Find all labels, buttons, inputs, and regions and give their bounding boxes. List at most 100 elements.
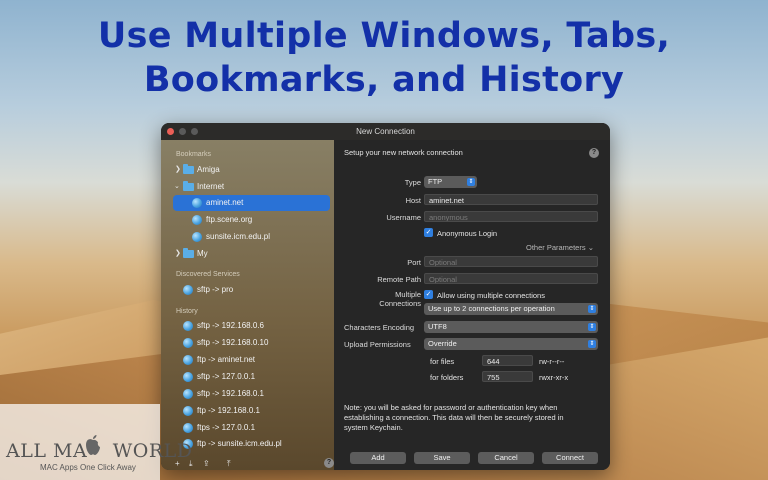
cancel-button[interactable]: Cancel [478,452,534,464]
other-parameters-toggle[interactable]: Other Parameters ⌄ [526,243,594,252]
select-arrows-icon: ⇕ [588,323,596,331]
note-line: system Keychain. [344,423,403,432]
sidebar-item-internet[interactable]: ⌄ Internet [161,179,334,195]
remote-path-field[interactable]: Optional [424,273,598,284]
import-icon[interactable]: ⤒ [227,459,231,469]
close-window-button[interactable] [167,128,174,135]
history-item[interactable]: ftp -> 192.168.0.1 [161,403,334,419]
window-title: New Connection [356,127,415,136]
server-globe-icon [183,321,193,331]
server-globe-icon [183,338,193,348]
other-parameters-label: Other Parameters [526,243,586,252]
sidebar-help-icon[interactable]: ? [324,458,334,468]
zoom-window-button[interactable] [191,128,198,135]
history-item[interactable]: sftp -> 192.168.0.10 [161,335,334,351]
chevron-right-icon[interactable]: ❯ [175,246,181,262]
type-select-value: FTP [428,177,443,186]
host-label: Host [405,196,421,205]
type-select[interactable]: FTP ⇕ [424,176,477,188]
new-connection-window: New Connection Bookmarks ❯ Amiga ⌄ Inter… [161,123,610,470]
history-item-label: ftp -> aminet.net [197,355,256,364]
history-item[interactable]: sftp -> 192.168.0.1 [161,386,334,402]
sidebar-item-ftp-scene[interactable]: ftp.scene.org [161,212,334,228]
select-arrows-icon: ⇕ [588,340,596,348]
username-label: Username [386,213,421,222]
promo-headline: Use Multiple Windows, Tabs, Bookmarks, a… [0,14,768,102]
history-header: History [176,308,198,315]
server-globe-icon [183,372,193,382]
sidebar-item-discovered[interactable]: sftp -> pro [161,282,334,298]
multiple-label-line-1: Multiple [395,290,421,299]
history-item-label: sftp -> 127.0.0.1 [197,372,256,381]
sidebar-item-label: sftp -> pro [197,285,234,294]
sidebar-item-label: Internet [197,182,225,191]
sidebar-item-aminet[interactable]: aminet.net [173,195,330,211]
folder-icon [183,181,194,191]
folder-icon [183,164,194,174]
port-field[interactable]: Optional [424,256,598,267]
folders-permission-field[interactable]: 755 [482,371,533,382]
history-item[interactable]: ftp -> aminet.net [161,352,334,368]
history-item[interactable]: sftp -> 127.0.0.1 [161,369,334,385]
server-globe-icon [183,285,193,295]
add-button[interactable]: Add [350,452,406,464]
chevron-right-icon[interactable]: ❯ [175,162,181,178]
multiple-connections-checkbox-label: Allow using multiple connections [437,291,545,300]
history-item[interactable]: sftp -> 192.168.0.6 [161,318,334,334]
minimize-window-button[interactable] [179,128,186,135]
remote-path-label: Remote Path [377,275,421,284]
note-line: establishing a connection. This data wil… [344,413,564,422]
anonymous-login-checkbox[interactable]: ✓ [424,228,433,237]
multiple-connections-select[interactable]: Use up to 2 connections per operation ⇕ [424,303,598,315]
connect-button[interactable]: Connect [542,452,598,464]
files-label: for files [430,357,455,366]
headline-line-1: Use Multiple Windows, Tabs, [97,16,671,56]
save-button[interactable]: Save [414,452,470,464]
select-arrows-icon: ⇕ [467,178,475,186]
server-globe-icon [183,406,193,416]
multiple-connections-select-value: Use up to 2 connections per operation [428,304,555,313]
type-label: Type [404,178,421,187]
server-globe-icon [192,215,202,225]
host-field[interactable]: aminet.net [424,194,598,205]
files-permission-field[interactable]: 644 [482,355,533,366]
help-icon[interactable]: ? [589,148,599,158]
server-globe-icon [192,232,202,242]
note-line: Note: you will be asked for password or … [344,403,558,412]
form-heading: Setup your new network connection [344,148,463,157]
encoding-select[interactable]: UTF8 ⇕ [424,321,598,333]
watermark-title-left: ALL MA [6,440,88,462]
upload-permissions-select[interactable]: Override ⇕ [424,338,598,350]
watermark-subtitle: MAC Apps One Click Away [40,463,136,472]
history-item-label: sftp -> 192.168.0.6 [197,321,264,330]
window-titlebar: New Connection [161,123,610,140]
sidebar-item-my[interactable]: ❯ My [161,246,334,262]
select-arrows-icon: ⇕ [588,305,596,313]
history-item-label: ftp -> 192.168.0.1 [197,406,260,415]
chevron-down-icon[interactable]: ⌄ [174,179,180,195]
sidebar-item-sunsite[interactable]: sunsite.icm.edu.pl [161,229,334,245]
watermark-title-right: WORLD [106,440,193,462]
multiple-label-line-2: Connections [379,299,421,308]
connection-form: Setup your new network connection ? Type… [334,140,610,470]
headline-line-2: Bookmarks, and History [143,60,625,100]
server-globe-icon [183,389,193,399]
anonymous-login-label: Anonymous Login [437,229,498,238]
share-icon[interactable]: ⇪ [203,459,210,468]
apple-logo-icon [86,435,100,455]
keychain-note: Note: you will be asked for password or … [344,403,564,433]
discovered-services-header: Discovered Services [176,271,240,278]
history-item[interactable]: ftps -> 127.0.0.1 [161,420,334,436]
history-item-label: ftp -> sunsite.icm.edu.pl [197,439,282,448]
folder-icon [183,248,194,258]
files-permission-text: rw-r--r-- [539,357,565,366]
encoding-select-value: UTF8 [428,322,447,331]
sidebar-item-amiga[interactable]: ❯ Amiga [161,162,334,178]
history-item-label: ftps -> 127.0.0.1 [197,423,256,432]
upload-permissions-label: Upload Permissions [344,340,411,349]
username-field[interactable]: anonymous [424,211,598,222]
history-item-label: sftp -> 192.168.0.10 [197,338,269,347]
server-globe-icon [183,355,193,365]
port-label: Port [407,258,421,267]
multiple-connections-checkbox[interactable]: ✓ [424,290,433,299]
